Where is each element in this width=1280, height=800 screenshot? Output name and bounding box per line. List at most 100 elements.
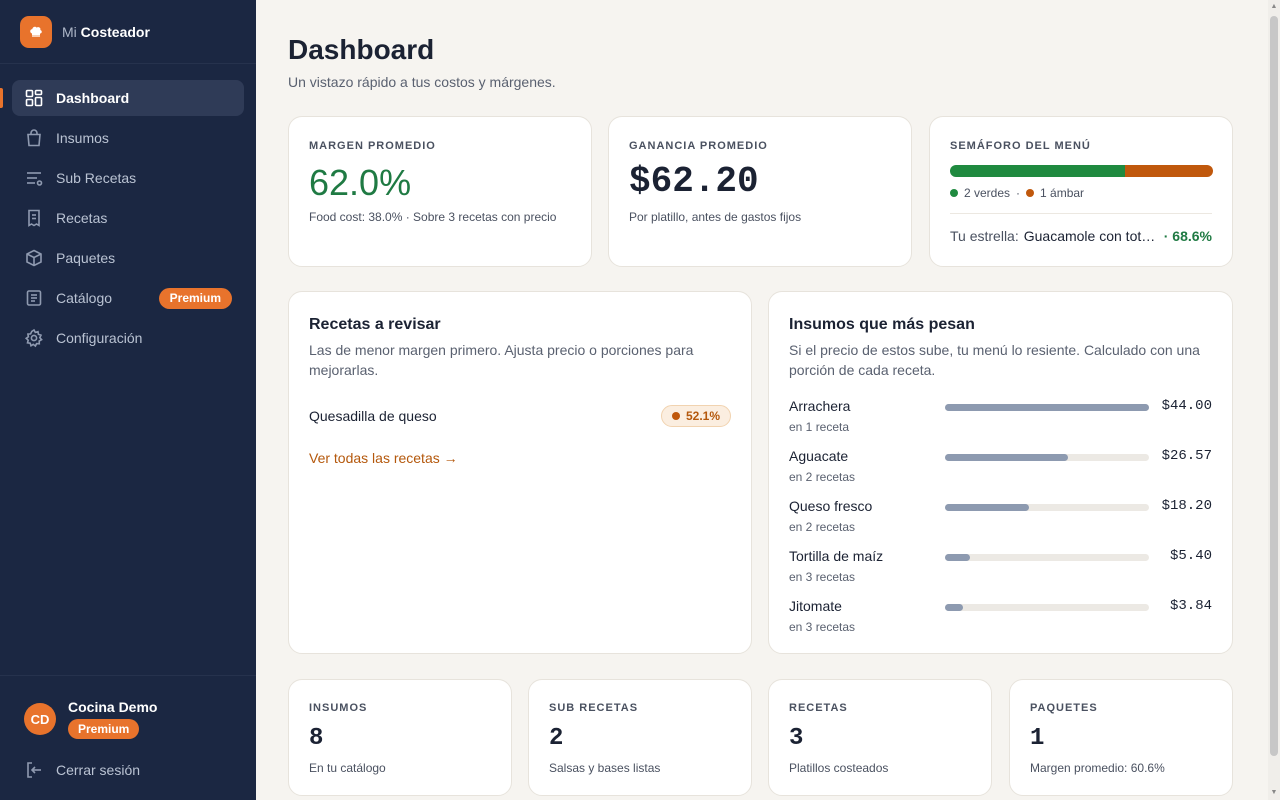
- ingredient-bar: [945, 604, 1149, 611]
- avatar[interactable]: CD: [24, 703, 56, 735]
- stat-note: Platillos costeados: [789, 761, 889, 775]
- chef-hat-icon: [20, 15, 52, 48]
- traffic-legend: 2 verdes · 1 ámbar: [950, 186, 1084, 200]
- kpi-value: 62.0%: [309, 162, 412, 203]
- sidebar-item-paquetes[interactable]: Paquetes: [12, 240, 244, 276]
- stat-label: PAQUETES: [1030, 702, 1098, 714]
- kpi-note: Por platillo, antes de gastos fijos: [629, 210, 802, 224]
- amber-dot-icon: [671, 412, 680, 420]
- sidebar-item-label: Catálogo: [56, 290, 113, 306]
- scrollbar[interactable]: ▲ ▼: [1268, 0, 1280, 800]
- traffic-bar-green: [950, 165, 1126, 177]
- ingredient-bar: [945, 504, 1149, 511]
- catalog-icon: [26, 290, 42, 306]
- ingredient-bar-fill: [945, 454, 1069, 461]
- kpi-card-semaforo: SEMÁFORO DEL MENÚ 2 verdes · 1 ámbar Tu …: [929, 116, 1233, 267]
- stat-card-insumos[interactable]: INSUMOS 8 En tu catálogo: [288, 679, 512, 796]
- ingredient-row[interactable]: Arrachera en 1 receta $44.00: [789, 398, 1212, 438]
- stat-note: En tu catálogo: [309, 761, 386, 775]
- ingredient-bar: [945, 554, 1149, 561]
- page-subtitle: Un vistazo rápido a tus costos y márgene…: [288, 74, 556, 90]
- stat-label: SUB RECETAS: [549, 702, 639, 714]
- brand-name: Mi Costeador: [62, 23, 150, 40]
- star-name: Guacamole con totopos: [1023, 228, 1159, 244]
- legend-green: 2 verdes: [964, 186, 1011, 200]
- green-dot-icon: [950, 189, 958, 197]
- sidebar-item-label: Insumos: [56, 130, 109, 146]
- sidebar-item-catalogo[interactable]: Catálogo Premium: [12, 280, 244, 316]
- ingredient-row[interactable]: Queso fresco en 2 recetas $18.20: [789, 498, 1212, 538]
- bag-icon: [27, 129, 41, 147]
- page-title: Dashboard: [288, 34, 435, 65]
- kpi-card-profit: GANANCIA PROMEDIO $62.20 Por platillo, a…: [608, 116, 912, 267]
- kpi-value: $62.20: [629, 161, 759, 202]
- sidebar-item-insumos[interactable]: Insumos: [12, 120, 244, 156]
- stat-card-paquetes[interactable]: PAQUETES 1 Margen promedio: 60.6%: [1009, 679, 1233, 796]
- ingredient-name: Arrachera: [789, 398, 851, 414]
- list-icon: [27, 172, 43, 186]
- kpi-label: GANANCIA PROMEDIO: [629, 140, 768, 152]
- grid-icon: [25, 89, 43, 107]
- legend-separator: ·: [1016, 186, 1021, 200]
- sidebar-item-recetas[interactable]: Recetas: [12, 200, 244, 236]
- review-card: Recetas a revisar Las de menor margen pr…: [288, 291, 752, 654]
- stat-note: Salsas y bases listas: [549, 761, 661, 775]
- ingredient-amount: $3.84: [1169, 598, 1212, 614]
- review-item[interactable]: Quesadilla de queso 52.1%: [309, 404, 731, 428]
- scroll-up-arrow-icon[interactable]: ▲: [1270, 3, 1278, 11]
- ingredient-bar: [945, 454, 1149, 461]
- ingredient-bar-fill: [945, 604, 963, 611]
- kpi-label: SEMÁFORO DEL MENÚ: [950, 140, 1091, 152]
- ingredient-row[interactable]: Jitomate en 3 recetas $3.84: [789, 598, 1212, 638]
- review-description: Las de menor margen primero. Ajusta prec…: [309, 342, 694, 378]
- ingredient-row[interactable]: Aguacate en 2 recetas $26.57: [789, 448, 1212, 488]
- stat-label: RECETAS: [789, 702, 848, 714]
- ingredient-usage: en 1 receta: [789, 420, 850, 434]
- ingredient-usage: en 2 recetas: [789, 470, 856, 484]
- heavy-description: Si el precio de estos sube, tu menú lo r…: [789, 342, 1200, 378]
- star-label: Tu estrella:: [950, 228, 1019, 244]
- sidebar-item-label: Recetas: [56, 210, 108, 226]
- heavy-ingredients-card: Insumos que más pesan Si el precio de es…: [768, 291, 1233, 654]
- ingredient-amount: $5.40: [1169, 548, 1212, 564]
- sidebar-item-label: Dashboard: [56, 90, 130, 106]
- ingredient-row[interactable]: Tortilla de maíz en 3 recetas $5.40: [789, 548, 1212, 588]
- ingredient-name: Aguacate: [789, 448, 849, 464]
- traffic-bar-amber: [1125, 165, 1213, 177]
- brand[interactable]: Mi Costeador: [0, 0, 256, 64]
- ingredient-amount: $18.20: [1161, 498, 1212, 514]
- heavy-title: Insumos que más pesan: [789, 316, 975, 333]
- kpi-note: Food cost: 38.0% · Sobre 3 recetas con p…: [309, 210, 557, 224]
- sidebar-item-label: Paquetes: [56, 250, 116, 266]
- divider: [950, 213, 1212, 214]
- receipt-icon: [28, 209, 40, 227]
- scrollbar-thumb[interactable]: [1270, 16, 1278, 756]
- stat-card-recetas[interactable]: RECETAS 3 Platillos costeados: [768, 679, 992, 796]
- ingredient-name: Tortilla de maíz: [789, 548, 884, 564]
- stat-card-sub-recetas[interactable]: SUB RECETAS 2 Salsas y bases listas: [528, 679, 752, 796]
- ingredient-name: Jitomate: [789, 598, 842, 614]
- stat-value: 2: [549, 725, 564, 752]
- sidebar-item-configuracion[interactable]: Configuración: [12, 320, 244, 356]
- kpi-label: MARGEN PROMEDIO: [309, 140, 436, 152]
- stat-value: 3: [789, 725, 804, 752]
- scroll-down-arrow-icon[interactable]: ▼: [1270, 789, 1278, 797]
- box-icon: [26, 249, 42, 267]
- sidebar-nav: Dashboard Insumos Sub Recetas Recetas Pa…: [0, 64, 256, 356]
- stat-value: 8: [309, 725, 324, 752]
- ingredient-bar-fill: [945, 554, 971, 561]
- main-content: Dashboard Un vistazo rápido a tus costos…: [256, 0, 1268, 800]
- sidebar-item-sub-recetas[interactable]: Sub Recetas: [12, 160, 244, 196]
- sidebar-item-dashboard[interactable]: Dashboard: [0, 80, 244, 116]
- logout-button[interactable]: Cerrar sesión: [24, 760, 140, 780]
- stat-note: Margen promedio: 60.6%: [1030, 761, 1165, 775]
- review-title: Recetas a revisar: [309, 316, 441, 333]
- star-recipe[interactable]: Tu estrella: Guacamole con totopos · 68.…: [950, 228, 1213, 244]
- ingredient-name: Queso fresco: [789, 498, 873, 514]
- stat-label: INSUMOS: [309, 702, 368, 714]
- user-premium-badge: Premium: [68, 719, 140, 739]
- review-item-name: Quesadilla de queso: [309, 408, 437, 424]
- kpi-card-margin: MARGEN PROMEDIO 62.0% Food cost: 38.0% ·…: [288, 116, 592, 267]
- see-all-recipes-link[interactable]: Ver todas las recetas →: [309, 450, 458, 466]
- ingredient-usage: en 3 recetas: [789, 570, 856, 584]
